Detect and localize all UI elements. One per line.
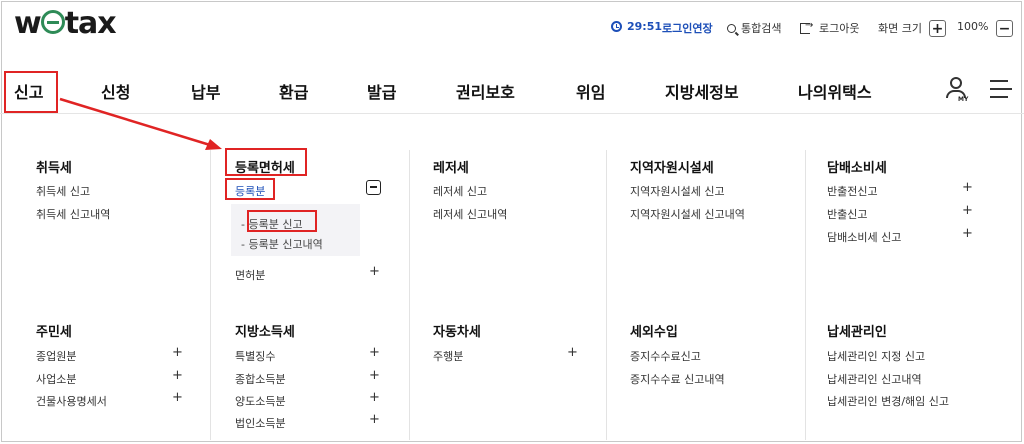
- expand-button[interactable]: +: [369, 264, 380, 279]
- menu-item[interactable]: 납세관리인 지정 신고: [827, 348, 925, 364]
- menu-item[interactable]: 특별징수: [235, 348, 275, 364]
- menu-item[interactable]: 레저세 신고: [433, 183, 487, 199]
- expand-button[interactable]: +: [172, 345, 183, 360]
- menu-item[interactable]: 담배소비세 신고: [827, 229, 901, 245]
- menu-group-license[interactable]: 면허분: [235, 267, 265, 283]
- column-divider: [210, 150, 211, 440]
- menu-item[interactable]: 반출전신고: [827, 183, 878, 199]
- menu-item[interactable]: 종합소득분: [235, 371, 286, 387]
- menu-item[interactable]: 레저세 신고내역: [433, 206, 507, 222]
- menu-item[interactable]: 주행분: [433, 348, 463, 364]
- menu-item[interactable]: 취득세 신고내역: [36, 206, 110, 222]
- menu-item[interactable]: 사업소분: [36, 371, 76, 387]
- expand-button[interactable]: +: [962, 226, 973, 241]
- menu-title-leisure: 레저세: [433, 161, 469, 176]
- column-divider: [606, 150, 607, 440]
- expand-button[interactable]: +: [369, 345, 380, 360]
- menu-item[interactable]: 납세관리인 변경/해임 신고: [827, 393, 949, 409]
- menu-title-nontax: 세외수입: [630, 325, 678, 340]
- menu-item[interactable]: 납세관리인 신고내역: [827, 371, 922, 387]
- menu-item[interactable]: 건물사용명세서: [36, 393, 107, 409]
- menu-item[interactable]: 양도소득분: [235, 393, 286, 409]
- menu-item[interactable]: 지역자원시설세 신고내역: [630, 206, 745, 222]
- menu-title-vehicle: 자동차세: [433, 325, 481, 340]
- menu-title-agent: 납세관리인: [827, 325, 887, 340]
- menu-item[interactable]: 법인소득분: [235, 415, 286, 431]
- expand-button[interactable]: +: [567, 345, 578, 360]
- menu-item[interactable]: 증지수수료 신고내역: [630, 371, 725, 387]
- menu-item[interactable]: 지역자원시설세 신고: [630, 183, 725, 199]
- submenu-item[interactable]: - 등록분 신고내역: [241, 236, 323, 252]
- expand-button[interactable]: +: [172, 368, 183, 383]
- menu-title-regional: 지역자원시설세: [630, 161, 714, 176]
- expand-button[interactable]: +: [369, 368, 380, 383]
- expand-button[interactable]: +: [172, 390, 183, 405]
- collapse-button[interactable]: [366, 180, 381, 195]
- menu-item[interactable]: 취득세 신고: [36, 183, 90, 199]
- expand-button[interactable]: +: [369, 412, 380, 427]
- highlight-registration-title: [225, 148, 307, 176]
- menu-item[interactable]: 종업원분: [36, 348, 76, 364]
- menu-title-tobacco: 담배소비세: [827, 161, 887, 176]
- column-divider: [805, 150, 806, 440]
- menu-title-resident: 주민세: [36, 325, 72, 340]
- column-divider: [409, 150, 410, 440]
- expand-button[interactable]: +: [962, 180, 973, 195]
- expand-button[interactable]: +: [369, 390, 380, 405]
- menu-item[interactable]: 반출신고: [827, 206, 867, 222]
- expand-button[interactable]: +: [962, 203, 973, 218]
- menu-title-acquisition: 취득세: [36, 161, 72, 176]
- menu-title-income: 지방소득세: [235, 325, 295, 340]
- highlight-registration-report: [247, 210, 317, 232]
- menu-item[interactable]: 증지수수료신고: [630, 348, 701, 364]
- highlight-registration-group: [225, 178, 275, 200]
